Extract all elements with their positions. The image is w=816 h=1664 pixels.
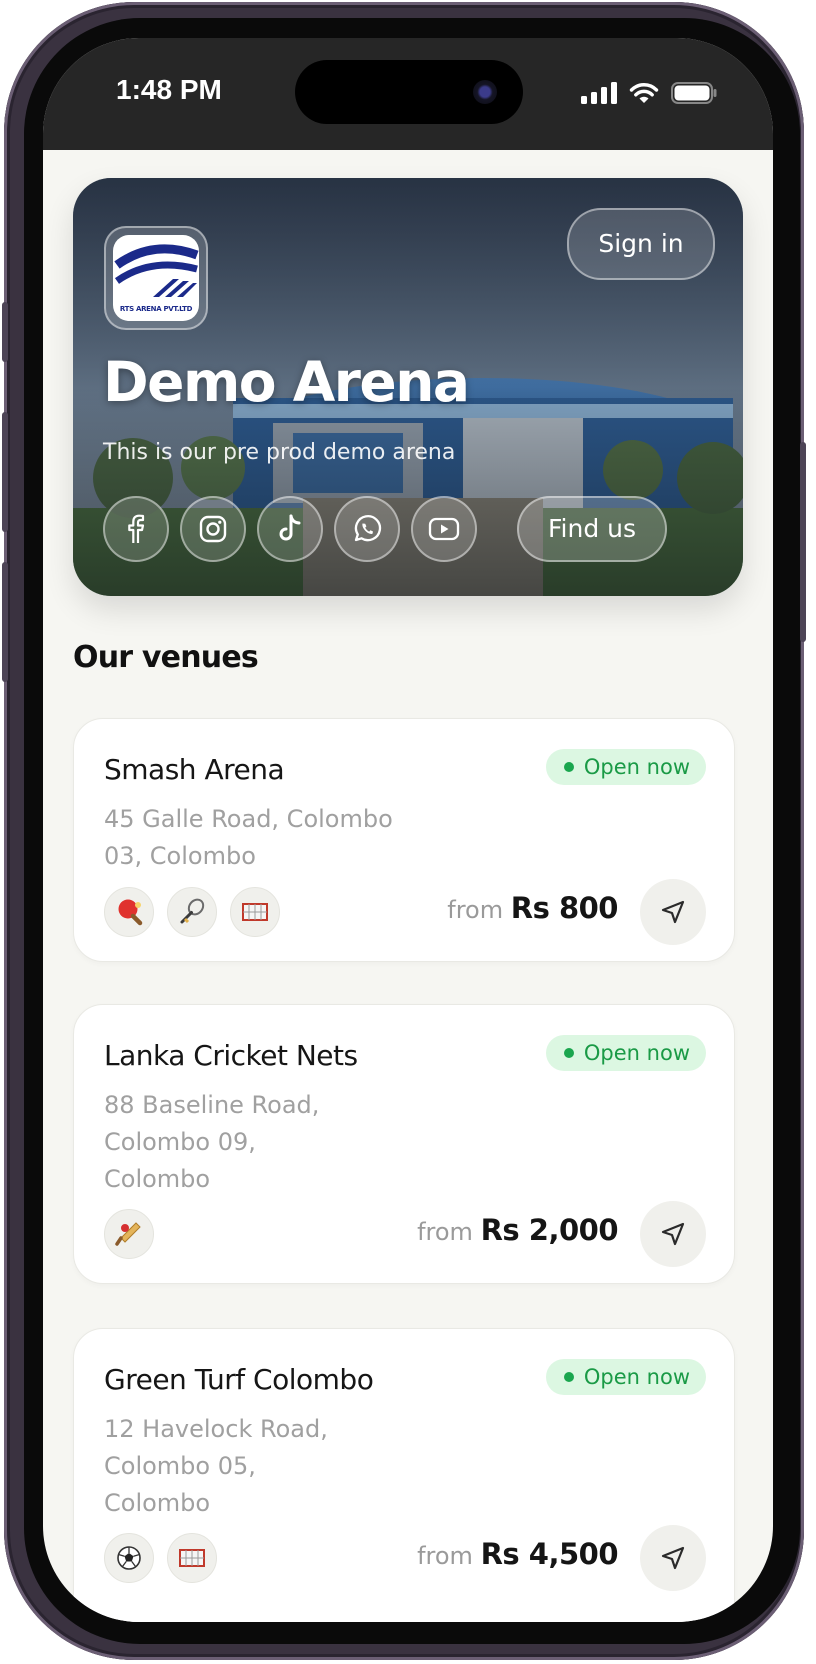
table-tennis-icon xyxy=(118,899,143,926)
volume-down-button xyxy=(2,562,8,682)
sport-chip xyxy=(167,887,217,937)
arena-logo: RTS ARENA PVT.LTD xyxy=(104,226,208,330)
arena-title: Demo Arena xyxy=(103,350,470,414)
power-button xyxy=(800,442,806,642)
status-icons xyxy=(581,80,717,106)
venue-address-line: 88 Baseline Road, xyxy=(104,1091,320,1119)
whatsapp-icon xyxy=(354,514,382,542)
navigate-button[interactable] xyxy=(640,1201,706,1267)
venue-price: from Rs 800 xyxy=(447,891,618,925)
price-amount: Rs 4,500 xyxy=(480,1537,619,1571)
venue-address-line: Colombo xyxy=(104,1489,211,1517)
cricket-icon xyxy=(115,1222,141,1246)
navigate-button[interactable] xyxy=(640,1525,706,1591)
youtube-button[interactable] xyxy=(411,496,477,562)
sport-chip xyxy=(104,1533,154,1583)
price-amount: Rs 2,000 xyxy=(480,1213,619,1247)
price-prefix: from xyxy=(417,1218,473,1246)
venue-address-line: 45 Galle Road, Colombo xyxy=(104,805,393,833)
open-status-badge: Open now xyxy=(545,1359,706,1395)
status-time: 1:48 PM xyxy=(116,74,222,105)
futsal-goal-icon xyxy=(179,1549,205,1567)
venue-address-line: Colombo xyxy=(104,1165,211,1193)
youtube-icon xyxy=(428,517,460,541)
venue-name: Smash Arena xyxy=(104,753,285,786)
volume-up-button xyxy=(2,412,8,532)
venue-name: Lanka Cricket Nets xyxy=(104,1039,358,1072)
venue-address-line: Colombo 05, xyxy=(104,1452,256,1480)
navigation-arrow-icon xyxy=(661,900,685,924)
sport-chip xyxy=(104,887,154,937)
logo-text: RTS ARENA PVT.LTD xyxy=(119,305,193,313)
venue-card[interactable]: Lanka Cricket Nets Open now 88 Baseline … xyxy=(73,1004,735,1284)
futsal-goal-icon xyxy=(242,903,268,921)
navigate-button[interactable] xyxy=(640,879,706,945)
logo-stripes-icon xyxy=(114,244,199,297)
tiktok-icon xyxy=(279,514,301,541)
open-status-badge: Open now xyxy=(545,749,706,785)
arena-hero-card: RTS ARENA PVT.LTD Sign in Demo Arena Thi… xyxy=(73,178,743,596)
price-prefix: from xyxy=(417,1542,473,1570)
venue-card[interactable]: Smash Arena Open now 45 Galle Road, Colo… xyxy=(73,718,735,962)
navigation-arrow-icon xyxy=(661,1222,685,1246)
facebook-button[interactable] xyxy=(103,496,169,562)
sign-in-button[interactable]: Sign in xyxy=(567,208,715,280)
venue-price: from Rs 4,500 xyxy=(417,1537,618,1571)
status-bar: 1:48 PM xyxy=(43,38,773,150)
action-button xyxy=(2,302,8,362)
football-icon xyxy=(117,1546,141,1570)
venue-price: from Rs 2,000 xyxy=(417,1213,618,1247)
navigation-arrow-icon xyxy=(661,1546,685,1570)
venue-address-line: 03, Colombo xyxy=(104,842,256,870)
battery-icon xyxy=(671,82,717,104)
arena-subtitle: This is our pre prod demo arena xyxy=(103,440,456,465)
badminton-icon xyxy=(180,898,205,924)
sport-chip xyxy=(104,1209,154,1259)
venue-address-line: Colombo 09, xyxy=(104,1128,256,1156)
price-prefix: from xyxy=(447,896,504,924)
open-status-badge: Open now xyxy=(545,1035,706,1071)
sport-chip xyxy=(230,887,280,937)
instagram-button[interactable] xyxy=(180,496,246,562)
logo-image: RTS ARENA PVT.LTD xyxy=(113,235,199,321)
front-camera xyxy=(473,80,497,104)
venues-section-title: Our venues xyxy=(73,640,259,675)
facebook-icon xyxy=(128,514,145,543)
price-amount: Rs 800 xyxy=(510,891,619,925)
wifi-icon xyxy=(629,83,659,103)
instagram-icon xyxy=(199,515,227,543)
find-us-button[interactable]: Find us xyxy=(517,496,667,562)
venue-address-line: 12 Havelock Road, xyxy=(104,1415,328,1443)
venue-card[interactable]: Green Turf Colombo Open now 12 Havelock … xyxy=(73,1328,735,1622)
venue-name: Green Turf Colombo xyxy=(104,1363,374,1396)
sport-chip xyxy=(167,1533,217,1583)
whatsapp-button[interactable] xyxy=(334,496,400,562)
dynamic-island xyxy=(295,60,523,124)
app-screen: 1:48 PM RTS ARENA PVT.LTD Sign in Demo A… xyxy=(43,38,773,1622)
tiktok-button[interactable] xyxy=(257,496,323,562)
cellular-signal-icon xyxy=(581,82,617,104)
